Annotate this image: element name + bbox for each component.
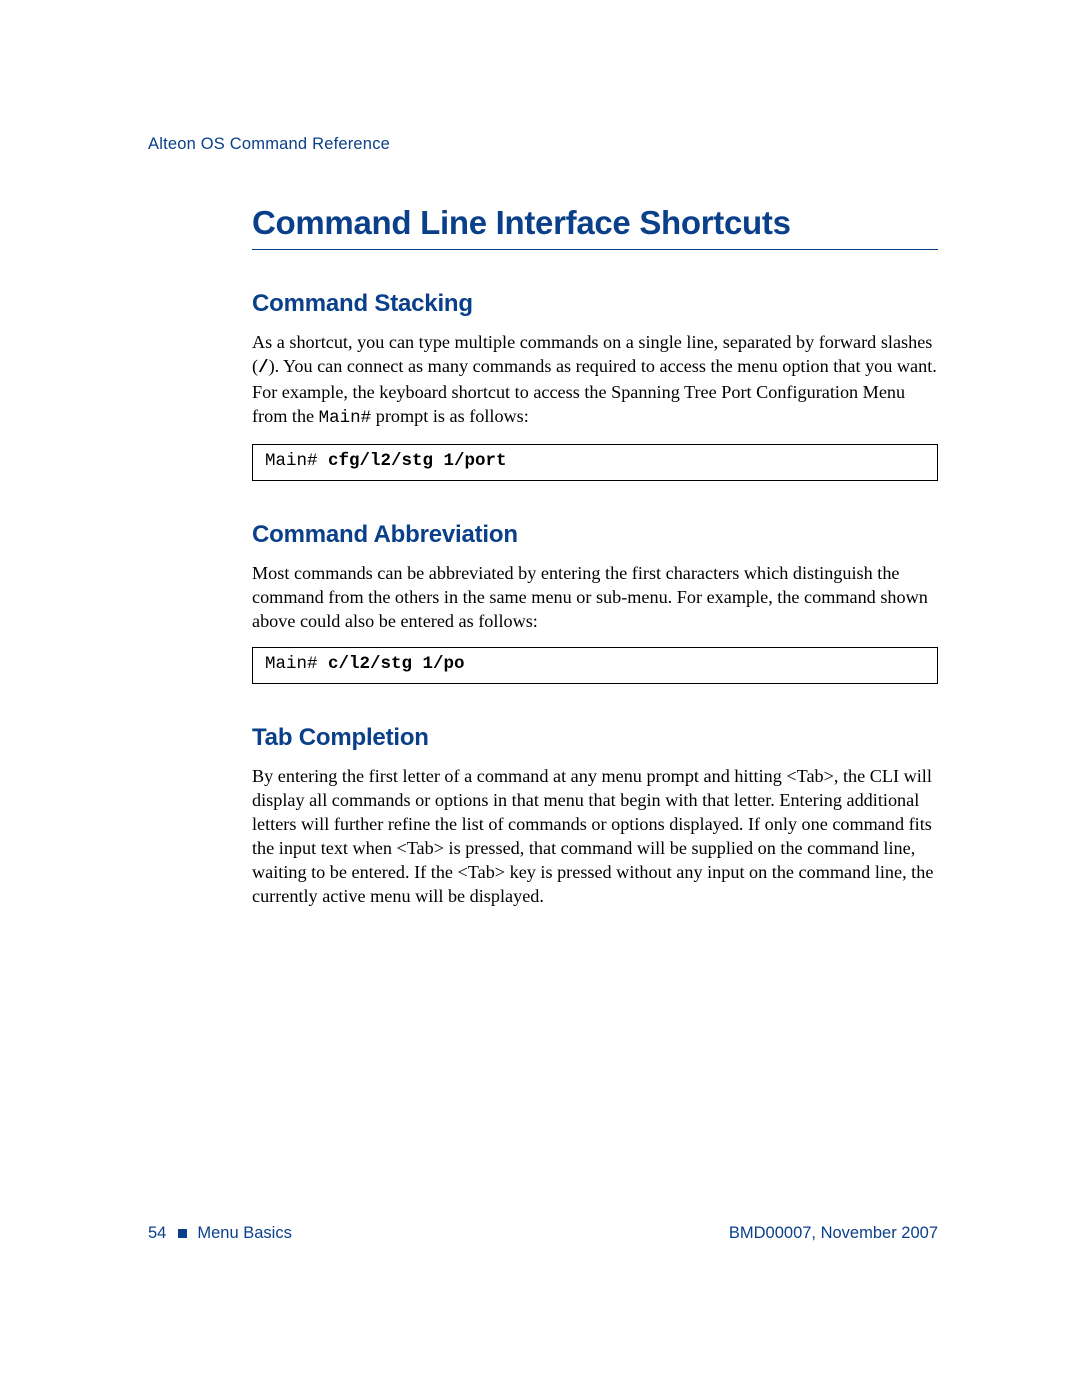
- paragraph-abbrev: Most commands can be abbreviated by ente…: [252, 561, 938, 633]
- slash-literal: /: [258, 358, 269, 378]
- code-example-stacking: Main# cfg/l2/stg 1/port: [252, 444, 938, 481]
- square-bullet-icon: [178, 1229, 187, 1238]
- page-footer: 54 Menu Basics BMD00007, November 2007: [148, 1224, 938, 1243]
- paragraph-tab: By entering the first letter of a comman…: [252, 764, 938, 908]
- code-example-abbrev: Main# c/l2/stg 1/po: [252, 647, 938, 684]
- footer-right: BMD00007, November 2007: [729, 1224, 938, 1243]
- code-command: cfg/l2/stg 1/port: [328, 451, 507, 471]
- running-head: Alteon OS Command Reference: [148, 135, 938, 154]
- text: prompt is as follows:: [371, 406, 529, 426]
- chapter-name: Menu Basics: [197, 1224, 291, 1243]
- code-prompt: Main#: [265, 451, 328, 471]
- prompt-inline: Main#: [319, 408, 372, 428]
- code-command: c/l2/stg 1/po: [328, 654, 465, 674]
- page-content: Alteon OS Command Reference Command Line…: [148, 135, 938, 908]
- footer-left: 54 Menu Basics: [148, 1224, 292, 1243]
- paragraph-stacking: As a shortcut, you can type multiple com…: [252, 330, 938, 430]
- section-heading-stacking: Command Stacking: [252, 290, 938, 318]
- section-heading-tab: Tab Completion: [252, 724, 938, 752]
- page-number: 54: [148, 1224, 166, 1243]
- code-prompt: Main#: [265, 654, 328, 674]
- section-heading-abbrev: Command Abbreviation: [252, 521, 938, 549]
- page-title: Command Line Interface Shortcuts: [252, 204, 938, 250]
